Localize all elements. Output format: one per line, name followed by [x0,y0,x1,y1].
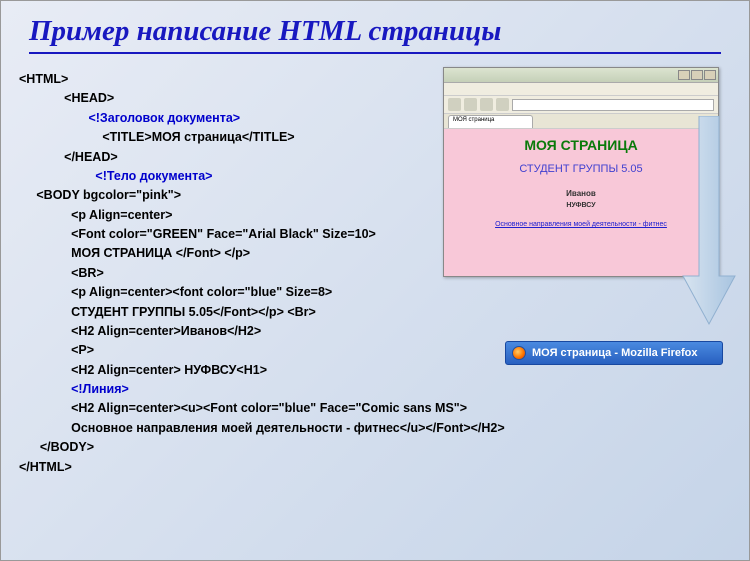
page-heading: МОЯ СТРАНИЦА [448,137,714,153]
url-bar[interactable] [512,99,714,111]
maximize-icon[interactable] [691,70,703,80]
forward-icon[interactable] [464,98,477,111]
browser-tabs: МОЯ страница [444,114,718,129]
browser-viewport: МОЯ СТРАНИЦА СТУДЕНТ ГРУППЫ 5.05 Иванов … [444,129,718,276]
taskbar-button[interactable]: МОЯ страница - Mozilla Firefox [505,341,723,365]
back-icon[interactable] [448,98,461,111]
firefox-icon [512,346,526,360]
page-subheading: СТУДЕНТ ГРУППЫ 5.05 [448,163,714,175]
code: </BODY> [19,438,731,457]
close-icon[interactable] [704,70,716,80]
browser-tab[interactable]: МОЯ страница [448,115,533,128]
code-comment: <!Линия> [19,380,731,399]
page-name: Иванов [448,189,714,198]
taskbar-label: МОЯ страница - Mozilla Firefox [532,347,697,359]
page-link: Основное направления моей деятельности -… [448,221,714,228]
reload-icon[interactable] [480,98,493,111]
code: <H2 Align=center>Иванов</H2> [19,322,731,341]
code: <H2 Align=center><u><Font color="blue" F… [19,399,731,418]
code: Основное направления моей деятельности -… [19,419,731,438]
home-icon[interactable] [496,98,509,111]
minimize-icon[interactable] [678,70,690,80]
slide-header: Пример написание HTML страницы [1,1,749,64]
code: <p Align=center><font color="blue" Size=… [19,283,731,302]
browser-preview: МОЯ страница МОЯ СТРАНИЦА СТУДЕНТ ГРУППЫ… [443,67,719,277]
browser-titlebar [444,68,718,83]
code: </HTML> [19,458,731,477]
code: СТУДЕНТ ГРУППЫ 5.05</Font></p> <Br> [19,303,731,322]
browser-menubar [444,83,718,96]
browser-toolbar [444,96,718,114]
slide-title: Пример написание HTML страницы [29,15,721,54]
page-org: НУФВСУ [448,202,714,209]
